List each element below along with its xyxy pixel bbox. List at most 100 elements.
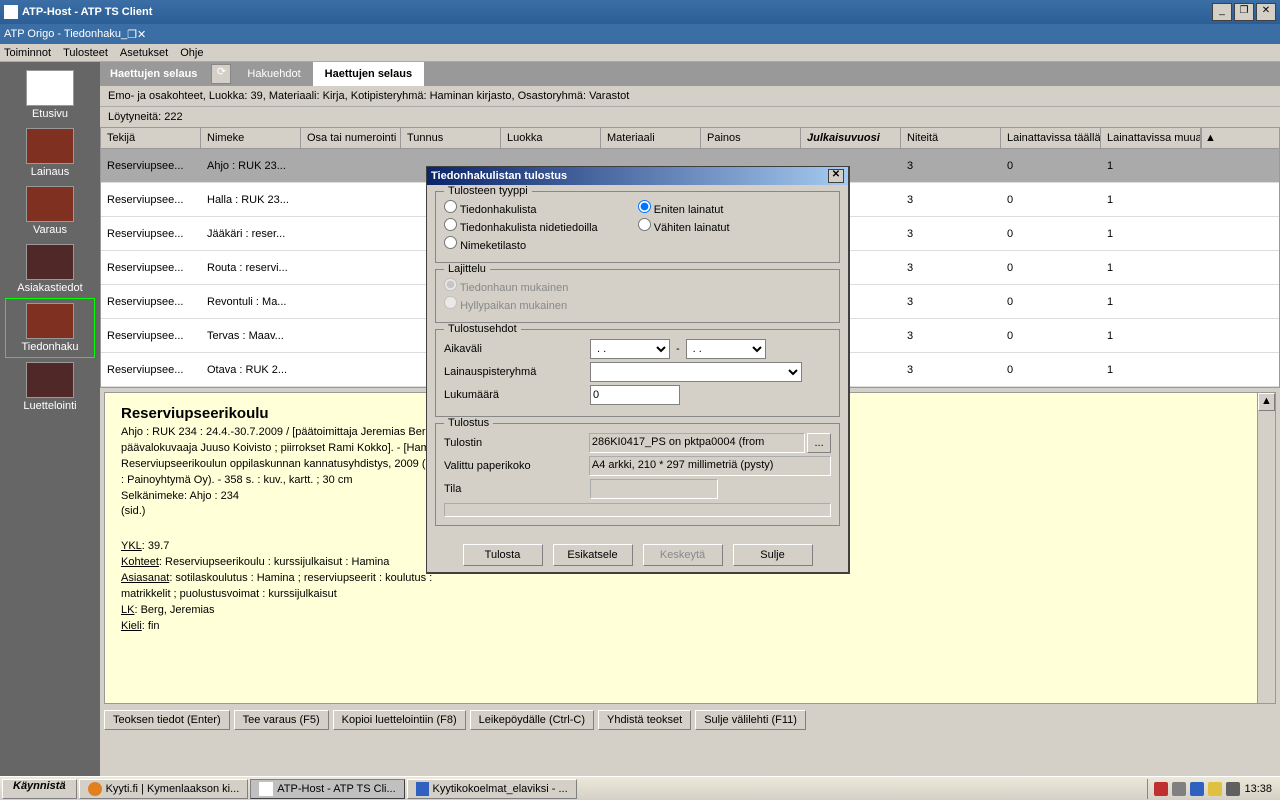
sidebar-item-etusivu[interactable]: Etusivu: [5, 66, 95, 124]
bottom-actions: Teoksen tiedot (Enter) Tee varaus (F5) K…: [100, 708, 1280, 732]
print-dialog: Tiedonhakulistan tulostus ✕ Tulosteen ty…: [426, 166, 850, 574]
btn-keskeyta: Keskeytä: [643, 544, 723, 566]
btn-teoksen-tiedot[interactable]: Teoksen tiedot (Enter): [104, 710, 230, 730]
btn-tee-varaus[interactable]: Tee varaus (F5): [234, 710, 329, 730]
th-painos[interactable]: Painos: [701, 128, 801, 148]
sidebar-item-asiakastiedot[interactable]: Asiakastiedot: [5, 240, 95, 298]
btn-esikatsele[interactable]: Esikatsele: [553, 544, 633, 566]
detail-kieli: Kieli: fin: [121, 619, 1259, 635]
maximize-button[interactable]: ❐: [1234, 3, 1254, 21]
printer-readonly: 286KI0417_PS on pktpa0004 (from: [589, 433, 805, 453]
task-word[interactable]: Kyytikokoelmat_elaviksi - ...: [407, 779, 577, 799]
btn-tulosta[interactable]: Tulosta: [463, 544, 543, 566]
refresh-button[interactable]: ⟳: [211, 64, 231, 84]
radio-tiedonhaun-mukainen: Tiedonhaun mukainen: [444, 278, 831, 294]
btn-yhdista-teokset[interactable]: Yhdistä teokset: [598, 710, 691, 730]
th-osa[interactable]: Osa tai numerointi: [301, 128, 401, 148]
inner-maximize-button[interactable]: ❐: [127, 28, 137, 41]
radio-hyllypaikan-mukainen: Hyllypaikan mukainen: [444, 296, 831, 312]
person-icon: [26, 244, 74, 280]
minimize-button[interactable]: _: [1212, 3, 1232, 21]
radio-tiedonhakulista-nidetiedoilla[interactable]: Tiedonhakulista nidetiedoilla: [444, 218, 598, 234]
dialog-titlebar[interactable]: Tiedonhakulistan tulostus ✕: [427, 167, 848, 185]
tab-haettujen-selaus[interactable]: Haettujen selaus: [313, 62, 424, 86]
th-lainattavissa-muualla[interactable]: Lainattavissa muualla: [1101, 128, 1201, 148]
menu-ohje[interactable]: Ohje: [180, 47, 203, 59]
table-scroll-up[interactable]: ▲: [1201, 128, 1219, 148]
label-aikavali: Aikaväli: [444, 343, 590, 355]
breadcrumb: Emo- ja osakohteet, Luokka: 39, Materiaa…: [100, 86, 1280, 107]
radio-vahiten-lainatut[interactable]: Vähiten lainatut: [638, 218, 730, 234]
word-icon: [416, 782, 429, 796]
tab-hakuehdot[interactable]: Hakuehdot: [235, 62, 312, 86]
sidebar-item-luettelointi[interactable]: Luettelointi: [5, 358, 95, 416]
task-atp-host[interactable]: ATP-Host - ATP TS Cli...: [250, 779, 404, 799]
label-lainauspisteryhma: Lainauspisteryhmä: [444, 366, 590, 378]
tila-readonly: [590, 479, 718, 499]
sidebar-item-tiedonhaku[interactable]: Tiedonhaku: [5, 298, 95, 358]
fieldset-tulostus: Tulostus Tulostin 286KI0417_PS on pktpa0…: [435, 423, 840, 526]
menu-tulosteet[interactable]: Tulosteet: [63, 47, 108, 59]
tray-icon-2[interactable]: [1172, 782, 1186, 796]
inner-close-button[interactable]: ✕: [137, 28, 146, 41]
sidebar-item-varaus[interactable]: Varaus: [5, 182, 95, 240]
clock[interactable]: 13:38: [1244, 783, 1272, 795]
sidebar-item-lainaus[interactable]: Lainaus: [5, 124, 95, 182]
label-tulostin: Tulostin: [444, 437, 589, 449]
app-icon: [4, 5, 18, 19]
table-header: Tekijä Nimeke Osa tai numerointi Tunnus …: [101, 128, 1279, 149]
label-tila: Tila: [444, 483, 590, 495]
th-niteita[interactable]: Niteitä: [901, 128, 1001, 148]
th-lainattavissa-taalla[interactable]: Lainattavissa täällä: [1001, 128, 1101, 148]
th-tekija[interactable]: Tekijä: [101, 128, 201, 148]
lukumaara-input[interactable]: [590, 385, 680, 405]
catalog-icon: [26, 362, 74, 398]
menu-toiminnot[interactable]: Toiminnot: [4, 47, 51, 59]
outer-title: ATP-Host - ATP TS Client: [22, 6, 1210, 18]
sidebar: Etusivu Lainaus Varaus Asiakastiedot Tie…: [0, 62, 100, 776]
system-tray: 13:38: [1147, 779, 1278, 799]
lainauspisteryhma-select[interactable]: [590, 362, 802, 382]
outer-window-titlebar: ATP-Host - ATP TS Client _ ❐ ✕: [0, 0, 1280, 24]
close-button[interactable]: ✕: [1256, 3, 1276, 21]
fieldset-tulosteen-tyyppi: Tulosteen tyyppi Tiedonhakulista Tiedonh…: [435, 191, 840, 263]
progress-bar: [444, 503, 831, 517]
btn-sulje[interactable]: Sulje: [733, 544, 813, 566]
tray-icon-5[interactable]: [1226, 782, 1240, 796]
tray-icon-3[interactable]: [1190, 782, 1204, 796]
start-button[interactable]: Käynnistä: [2, 779, 77, 799]
label-paperikoko: Valittu paperikoko: [444, 460, 589, 472]
dialog-title-text: Tiedonhakulistan tulostus: [431, 170, 828, 182]
legend-print: Tulostus: [444, 417, 493, 429]
scroll-up-icon[interactable]: ▲: [1258, 393, 1275, 411]
result-count: Löytyneitä: 222: [100, 107, 1280, 127]
btn-sulje-valilehti[interactable]: Sulje välilehti (F11): [695, 710, 806, 730]
inner-title: ATP Origo - Tiedonhaku: [4, 28, 121, 40]
radio-nimeketilasto[interactable]: Nimeketilasto: [444, 236, 598, 252]
dialog-close-button[interactable]: ✕: [828, 169, 844, 183]
th-materiaali[interactable]: Materiaali: [601, 128, 701, 148]
detail-asiasanat: Asiasanat: sotilaskoulutus : Hamina ; re…: [121, 571, 461, 603]
radio-tiedonhakulista[interactable]: Tiedonhakulista: [444, 200, 598, 216]
th-luokka[interactable]: Luokka: [501, 128, 601, 148]
tray-icon-4[interactable]: [1208, 782, 1222, 796]
th-julkaisuvuosi[interactable]: Julkaisuvuosi: [801, 128, 901, 148]
legend-type: Tulosteen tyyppi: [444, 185, 532, 197]
date-to-select[interactable]: . .: [686, 339, 766, 359]
detail-scrollbar[interactable]: ▲: [1257, 393, 1275, 703]
btn-kopioi-luettelointiin[interactable]: Kopioi luettelointiin (F8): [333, 710, 466, 730]
th-nimeke[interactable]: Nimeke: [201, 128, 301, 148]
printer-browse-button[interactable]: ...: [807, 433, 831, 453]
tray-icon-1[interactable]: [1154, 782, 1168, 796]
legend-cond: Tulostusehdot: [444, 323, 521, 335]
date-from-select[interactable]: . .: [590, 339, 670, 359]
th-tunnus[interactable]: Tunnus: [401, 128, 501, 148]
atp-icon: [259, 782, 273, 796]
inner-window-titlebar: ATP Origo - Tiedonhaku _ ❐ ✕: [0, 24, 1280, 44]
menu-bar: Toiminnot Tulosteet Asetukset Ohje: [0, 44, 1280, 62]
menu-asetukset[interactable]: Asetukset: [120, 47, 168, 59]
radio-eniten-lainatut[interactable]: Eniten lainatut: [638, 200, 730, 216]
books-icon: [26, 128, 74, 164]
btn-leikepoydalle[interactable]: Leikepöydälle (Ctrl-C): [470, 710, 594, 730]
task-firefox[interactable]: Kyyti.fi | Kymenlaakson ki...: [79, 779, 249, 799]
